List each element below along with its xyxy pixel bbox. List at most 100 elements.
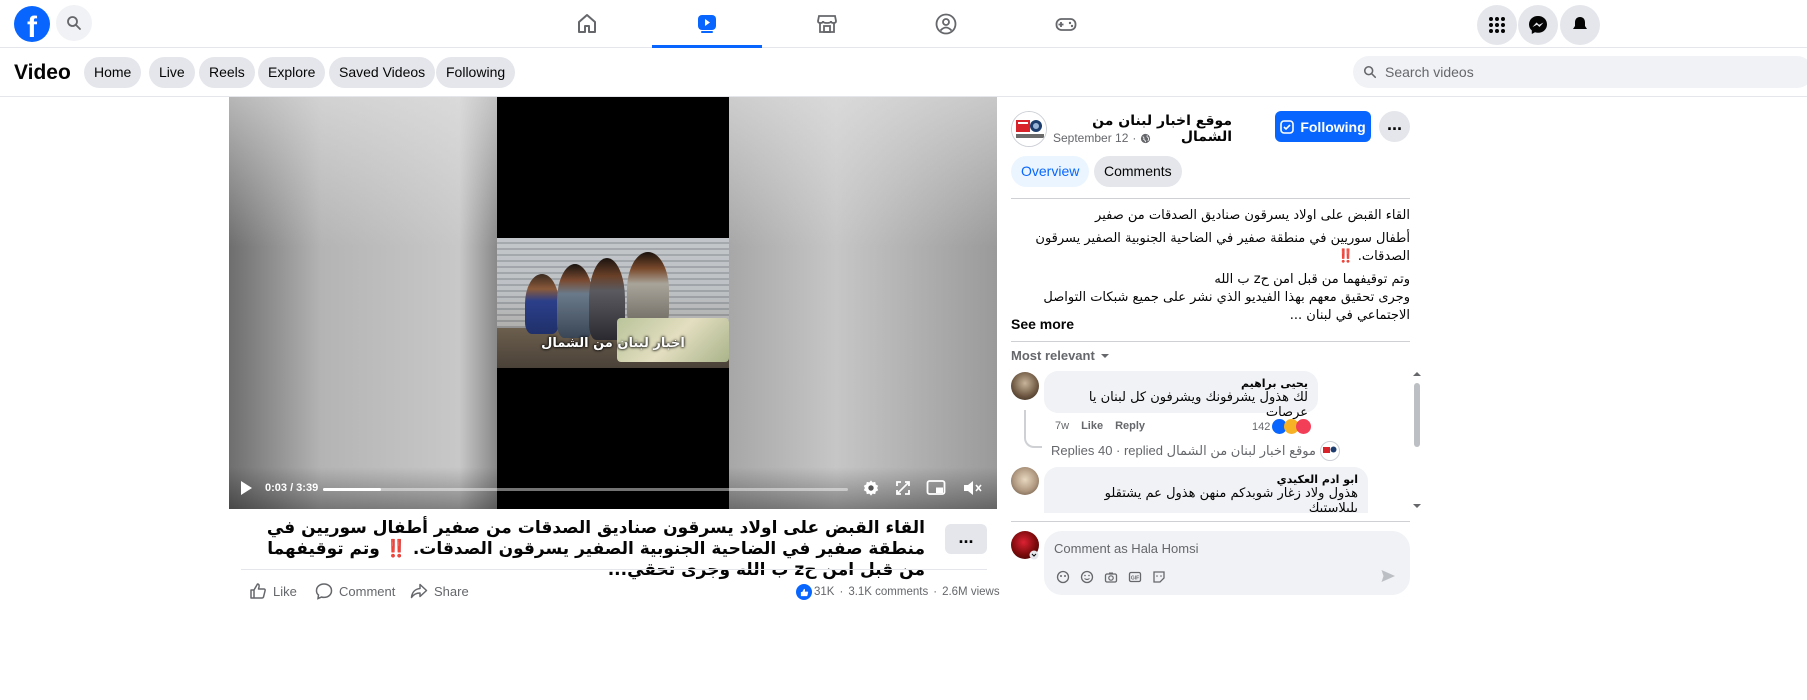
see-more-link[interactable]: See more [1011, 316, 1074, 332]
video-subheader: Video Home Live Reels Explore Saved Vide… [0, 48, 1807, 97]
description-line: وتم توقيفهما من قبل امن حz ب الله [1214, 272, 1410, 287]
comments-count[interactable]: 3.1K comments [848, 586, 928, 598]
comment-time[interactable]: 7w [1055, 420, 1069, 432]
like-label: Like [273, 583, 297, 599]
search-button[interactable] [56, 5, 92, 41]
nav-tab-home[interactable] [532, 0, 642, 48]
post-date-text[interactable]: September 12 [1053, 131, 1128, 145]
following-label: Following [1300, 118, 1366, 135]
page-title: Video [14, 61, 71, 84]
chip-explore[interactable]: Explore [258, 57, 326, 88]
progress-bar[interactable] [323, 488, 848, 491]
menu-button[interactable] [1477, 5, 1517, 45]
view-replies-link[interactable]: Replies 40 · replied موقع اخبار لبنان من… [1051, 441, 1340, 461]
views-count: 2.6M views [942, 586, 1000, 598]
video-player[interactable]: اخبار لبنان من الشمال 0:03 / 3:39 [229, 97, 997, 509]
video-title: القاء القبض على اولاد يسرقون صناديق الصد… [241, 518, 925, 581]
comment-label: Comment [339, 583, 396, 599]
video-search-box[interactable] [1353, 56, 1807, 88]
comment-author[interactable]: يحيى براهيم [1054, 377, 1308, 390]
chip-saved-videos[interactable]: Saved Videos [329, 57, 436, 88]
page-mini-avatar [1319, 441, 1340, 461]
gif-icon[interactable]: GIF [1127, 569, 1143, 585]
comment-like-link[interactable]: Like [1081, 420, 1103, 432]
reply-thread-line [1024, 410, 1042, 448]
share-icon [410, 583, 428, 599]
nav-tab-gaming[interactable] [1011, 0, 1121, 48]
comment-text: هذول ولاد زغار شوبدكم منهن هذول عم يشتقل… [1104, 486, 1358, 516]
mini-player-button[interactable] [925, 477, 947, 499]
description-line: أطفال سوريين في منطقة صفير في الضاحية ال… [1035, 231, 1410, 264]
composer-tools: GIF [1055, 569, 1167, 585]
gaming-icon [1055, 18, 1077, 31]
settings-button[interactable] [860, 477, 882, 499]
comment-meta: 7w Like Reply [1055, 420, 1157, 432]
comment-button[interactable]: Comment [315, 580, 395, 602]
nav-tab-groups[interactable] [891, 0, 1001, 48]
comment-input[interactable] [1054, 538, 1394, 558]
progress-fill [323, 488, 381, 491]
like-reaction-icon [796, 584, 812, 600]
video-frame: اخبار لبنان من الشمال [497, 238, 729, 368]
chip-reels[interactable]: Reels [199, 57, 255, 88]
share-label: Share [434, 583, 469, 599]
video-search-input[interactable] [1385, 64, 1685, 80]
search-icon [1363, 65, 1377, 79]
picture-in-picture-icon [926, 480, 946, 495]
nav-tab-video[interactable] [652, 0, 762, 48]
like-button[interactable]: Like [249, 580, 297, 602]
comment-reactions[interactable]: 142 [1252, 419, 1312, 434]
frame-person [627, 252, 669, 328]
comment-reply-link[interactable]: Reply [1115, 420, 1145, 432]
nav-tab-marketplace[interactable] [772, 0, 882, 48]
comments-scrollbar[interactable] [1411, 370, 1423, 512]
comment-bubble: يحيى براهيم لك هذول يشرفونك ويشرفون كل ل… [1044, 371, 1318, 420]
tab-overview[interactable]: Overview [1011, 156, 1090, 187]
comment-sort-dropdown[interactable]: Most relevant [1011, 348, 1111, 363]
home-icon [578, 14, 596, 33]
separator: · [1132, 131, 1137, 145]
chip-live[interactable]: Live [149, 57, 195, 88]
notifications-button[interactable] [1560, 5, 1600, 45]
alarm-emoji: ‼️ [385, 539, 407, 559]
post-more-options-button[interactable]: ... [1379, 111, 1410, 142]
messenger-icon [1529, 16, 1547, 34]
divider [1011, 198, 1410, 199]
avatar[interactable] [1011, 467, 1039, 495]
fullscreen-icon [896, 481, 910, 495]
camera-icon[interactable] [1103, 569, 1119, 585]
share-button[interactable]: Share [410, 580, 469, 602]
scroll-up-icon [1413, 372, 1421, 376]
marketplace-icon [817, 15, 837, 33]
following-button[interactable]: Following [1275, 111, 1371, 142]
chip-following[interactable]: Following [436, 57, 516, 88]
fullscreen-button[interactable] [892, 477, 914, 499]
emoji-icon[interactable] [1079, 569, 1095, 585]
video-more-options-button[interactable]: ... [945, 524, 987, 554]
separator: · [839, 586, 844, 598]
tab-comments[interactable]: Comments [1094, 156, 1182, 187]
reactions-count[interactable]: 31K [814, 586, 834, 598]
video-stats: 31K · 3.1K comments · 2.6M views [796, 584, 1000, 600]
time-display: 0:03 / 3:39 [265, 482, 319, 494]
avatar-sticker-icon[interactable] [1055, 569, 1071, 585]
svg-text:GIF: GIF [1131, 576, 1139, 582]
sticker-icon[interactable] [1151, 569, 1167, 585]
chip-home[interactable]: Home [84, 57, 142, 88]
scrollbar-thumb[interactable] [1414, 383, 1420, 447]
comment-composer[interactable]: GIF [1044, 531, 1410, 595]
page-avatar[interactable] [1011, 111, 1047, 147]
frame-caption: اخبار لبنان من الشمال [541, 336, 685, 351]
send-icon[interactable] [1380, 568, 1396, 584]
mute-button[interactable] [962, 477, 984, 499]
messenger-button[interactable] [1518, 5, 1558, 45]
play-icon[interactable] [241, 481, 252, 495]
bell-icon [1573, 17, 1587, 29]
comment-author[interactable]: ابو ادم العكيدي [1054, 473, 1358, 486]
divider [1011, 341, 1410, 342]
comment-reaction-count: 142 [1252, 420, 1271, 433]
facebook-logo[interactable]: f [14, 6, 50, 42]
post-description: القاء القبض على اولاد يسرقون صناديق الصد… [1011, 207, 1410, 330]
avatar[interactable] [1011, 372, 1039, 400]
post-date: September 12 · [1053, 131, 1151, 145]
